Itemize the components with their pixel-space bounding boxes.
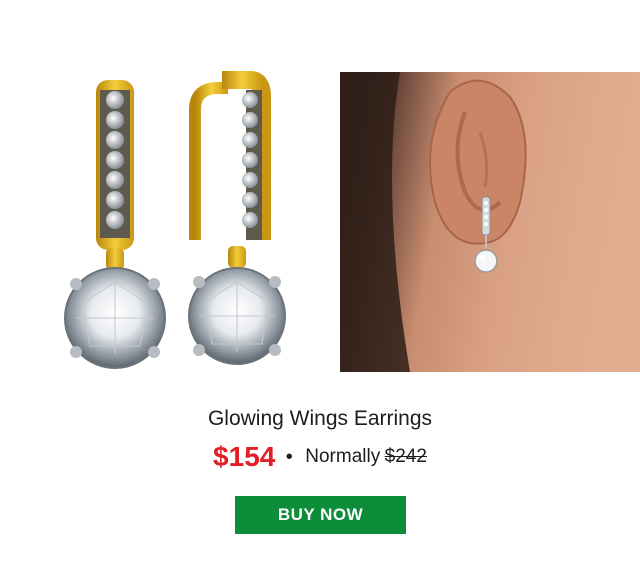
earrings-icon (64, 71, 286, 369)
normally-label: Normally (305, 446, 381, 467)
price-line: $154 • Normally $242 (0, 441, 640, 473)
original-price: $242 (384, 446, 427, 467)
bullet-separator: • (285, 445, 293, 468)
sale-price: $154 (213, 441, 276, 472)
buy-now-button[interactable]: BUY NOW (235, 496, 406, 534)
ear-model-image (340, 72, 640, 372)
ear-icon (340, 72, 527, 372)
earrings-product-image (0, 0, 340, 378)
product-title: Glowing Wings Earrings (207, 407, 433, 430)
